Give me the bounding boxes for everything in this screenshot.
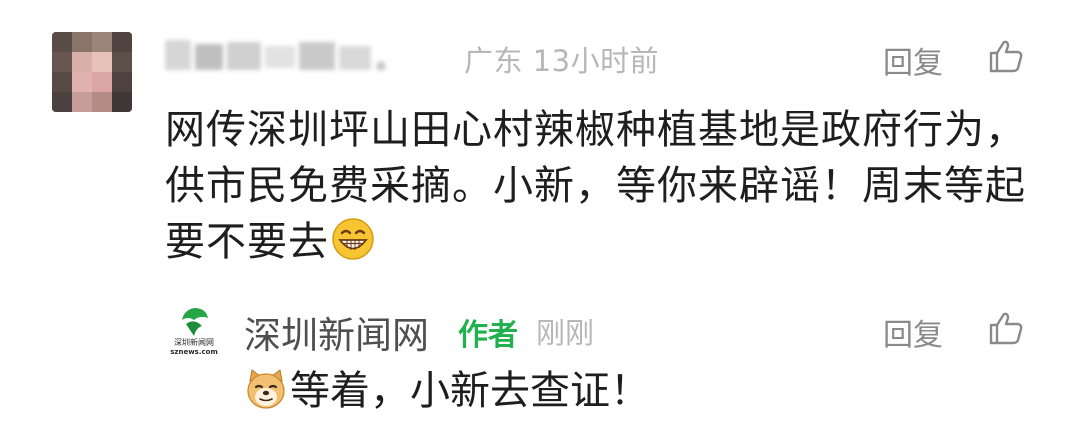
doge-face-icon (244, 367, 288, 411)
user-avatar[interactable] (52, 32, 132, 112)
logo-text: 深圳新闻网 (174, 337, 214, 347)
logo-subtext: sznews.com (170, 348, 218, 356)
reply-reply-button[interactable]: 回复 (883, 310, 943, 354)
username-redacted[interactable] (165, 36, 415, 74)
reply-time: 刚刚 (536, 316, 595, 350)
comment-meta: 广东 13小时前 (464, 38, 659, 80)
reply-body: 等着，小新去查证！ (290, 368, 650, 414)
grinning-face-icon (331, 217, 375, 261)
reply-text: 等着，小新去查证！ (244, 364, 650, 418)
reply-button[interactable]: 回复 (883, 38, 943, 82)
reply-author-name[interactable]: 深圳新闻网 (244, 305, 429, 359)
comment-body: 网传深圳坪山田心村辣椒种植基地是政府行为，供市民免费采摘。小新，等你来辟谣！周末… (165, 107, 1026, 265)
comment-location: 广东 (464, 44, 524, 78)
comment-time: 13小时前 (532, 44, 660, 78)
thumbs-up-icon[interactable] (988, 310, 1024, 346)
author-badge: 作者 (458, 318, 518, 353)
comment-text: 网传深圳坪山田心村辣椒种植基地是政府行为，供市民免费采摘。小新，等你来辟谣！周末… (165, 102, 1045, 270)
sznews-logo[interactable]: 深圳新闻网 sznews.com (166, 306, 222, 356)
thumbs-up-icon[interactable] (988, 38, 1024, 74)
comment-thread: 广东 13小时前 回复 网传深圳坪山田心村辣椒种植基地是政府行为，供市民免费采摘… (0, 0, 1080, 441)
